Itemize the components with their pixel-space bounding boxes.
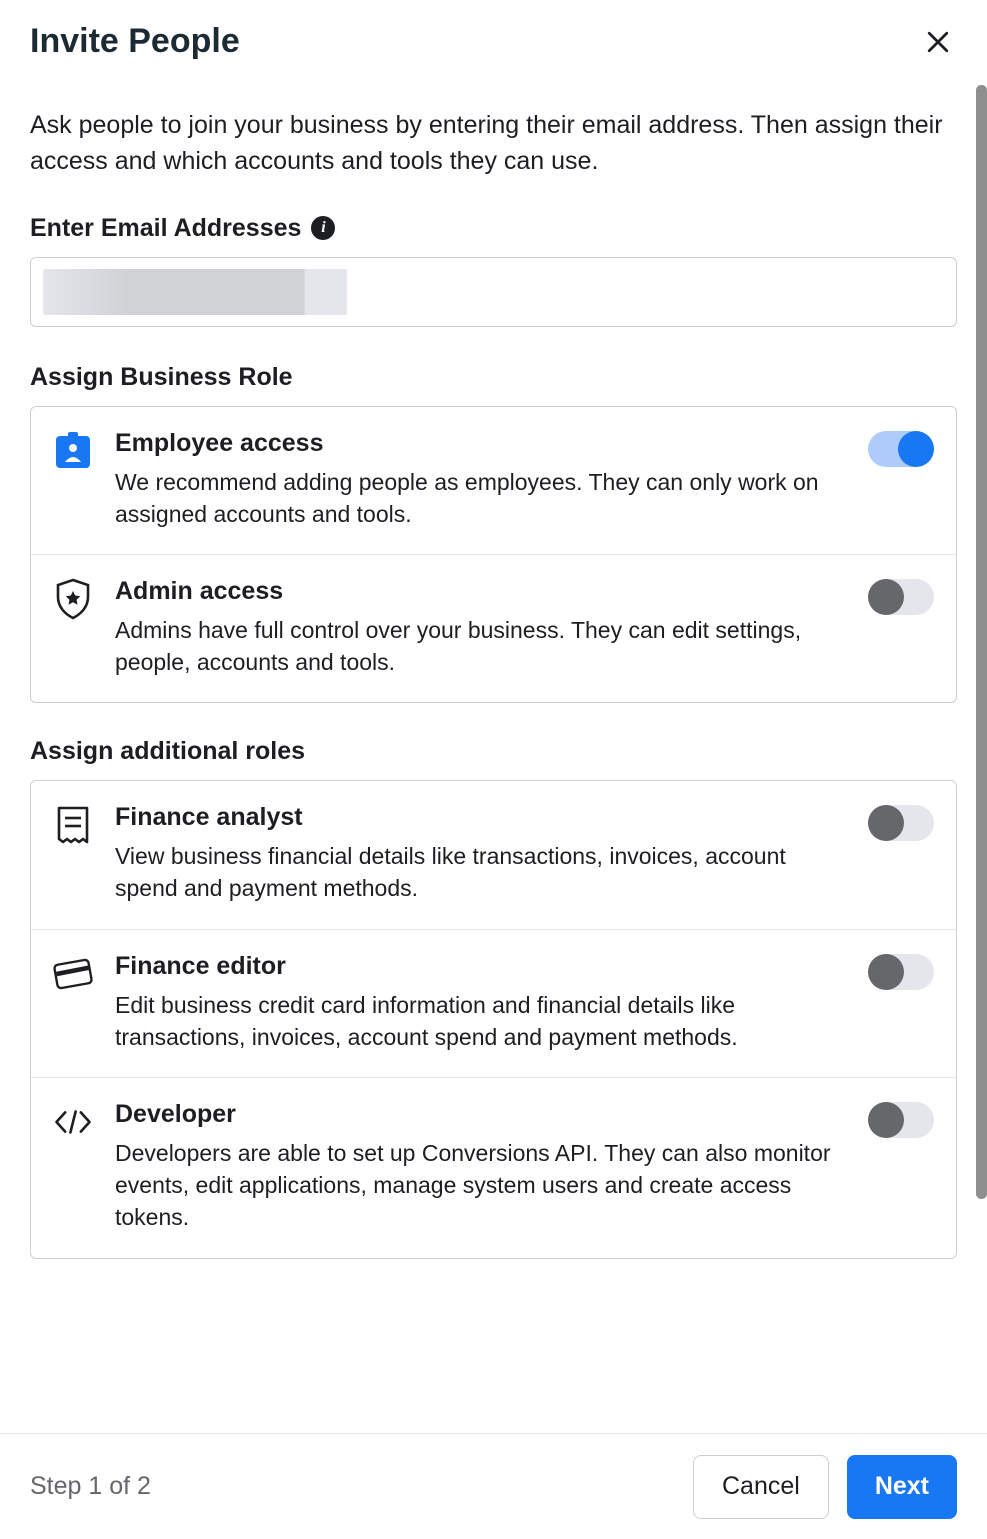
role-desc: Admins have full control over your busin…	[115, 614, 846, 678]
role-desc: Edit business credit card information an…	[115, 989, 846, 1053]
role-title: Finance analyst	[115, 803, 846, 832]
role-developer: Developer Developers are able to set up …	[31, 1077, 956, 1258]
role-title: Finance editor	[115, 952, 846, 981]
badge-icon	[53, 431, 93, 471]
role-desc: We recommend adding people as employees.…	[115, 466, 846, 530]
shield-star-icon	[53, 579, 93, 619]
role-employee-access: Employee access We recommend adding peop…	[31, 407, 956, 554]
toggle-employee-access[interactable]	[868, 431, 934, 467]
role-title: Developer	[115, 1100, 846, 1129]
additional-roles-title: Assign additional roles	[30, 737, 957, 766]
next-button[interactable]: Next	[847, 1455, 957, 1519]
cancel-button[interactable]: Cancel	[693, 1455, 829, 1519]
business-role-box: Employee access We recommend adding peop…	[30, 406, 957, 704]
role-title: Employee access	[115, 429, 846, 458]
email-label: Enter Email Addresses	[30, 214, 301, 243]
role-finance-analyst: Finance analyst View business financial …	[31, 781, 956, 928]
role-admin-access: Admin access Admins have full control ov…	[31, 554, 956, 702]
dialog-title: Invite People	[30, 22, 240, 61]
close-icon	[923, 27, 953, 57]
role-title: Admin access	[115, 577, 846, 606]
role-finance-editor: Finance editor Edit business credit card…	[31, 929, 956, 1077]
code-icon	[53, 1102, 93, 1142]
toggle-developer[interactable]	[868, 1102, 934, 1138]
receipt-icon	[53, 805, 93, 845]
email-input[interactable]	[30, 257, 957, 327]
additional-roles-box: Finance analyst View business financial …	[30, 780, 957, 1258]
email-chip[interactable]	[43, 269, 347, 315]
step-indicator: Step 1 of 2	[30, 1472, 151, 1501]
business-role-title: Assign Business Role	[30, 363, 957, 392]
scrollbar[interactable]	[976, 85, 987, 1199]
dialog-footer: Step 1 of 2 Cancel Next	[0, 1433, 987, 1539]
role-desc: View business financial details like tra…	[115, 840, 846, 904]
intro-text: Ask people to join your business by ente…	[30, 107, 957, 180]
role-desc: Developers are able to set up Conversion…	[115, 1137, 846, 1234]
toggle-finance-analyst[interactable]	[868, 805, 934, 841]
credit-card-icon	[53, 954, 93, 994]
toggle-admin-access[interactable]	[868, 579, 934, 615]
info-icon[interactable]: i	[311, 216, 335, 240]
email-label-row: Enter Email Addresses i	[30, 214, 957, 243]
close-button[interactable]	[919, 23, 957, 61]
toggle-finance-editor[interactable]	[868, 954, 934, 990]
